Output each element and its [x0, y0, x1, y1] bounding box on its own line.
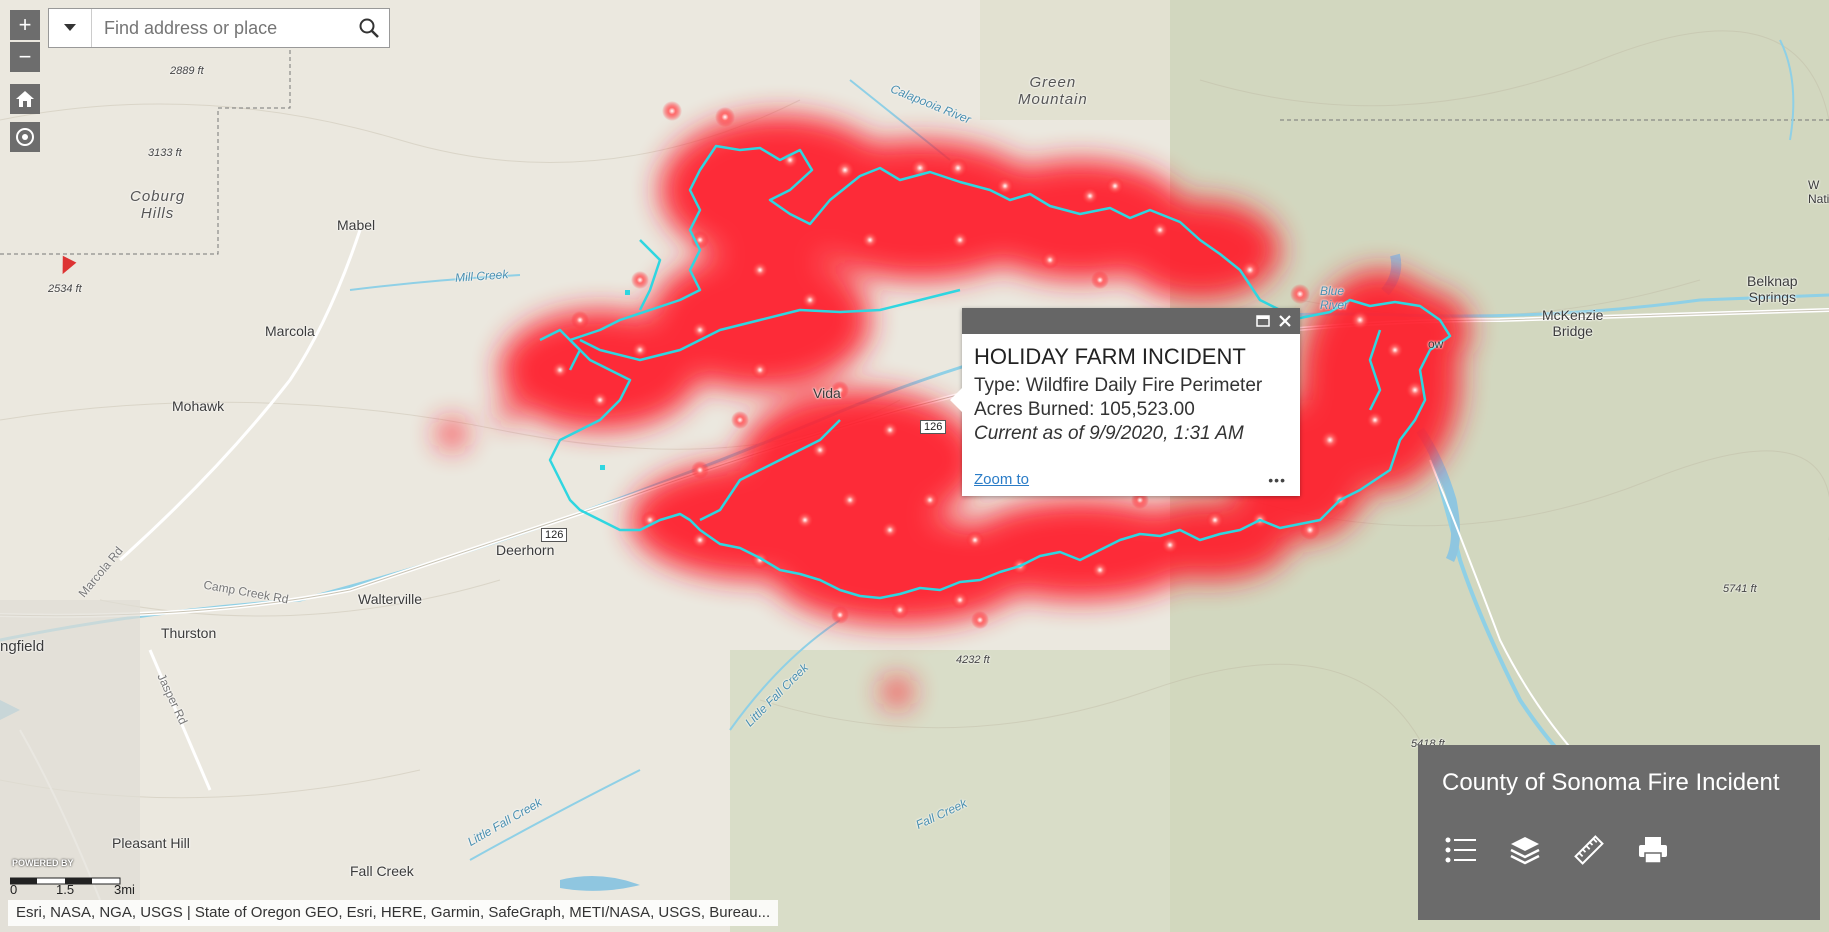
highway-shield-126: 126: [920, 420, 947, 434]
list-icon: [1445, 837, 1476, 863]
label-pleasant-hill: Pleasant Hill: [112, 835, 190, 851]
locate-icon: [16, 128, 34, 146]
locate-button[interactable]: [10, 122, 40, 152]
chevron-down-icon: [64, 24, 76, 31]
label-mohawk: Mohawk: [172, 398, 225, 414]
close-icon[interactable]: [1278, 314, 1292, 328]
label-thurston: Thurston: [161, 625, 217, 641]
search-button[interactable]: [349, 9, 389, 47]
highway-shield-126b: 126: [541, 528, 568, 542]
popup-header: [962, 308, 1300, 334]
zoom-to-link[interactable]: Zoom to: [974, 471, 1029, 488]
popup-acres: Acres Burned: 105,523.00: [974, 399, 1195, 420]
peak-2534: 2534 ft: [48, 283, 82, 295]
label-green-mountain: Green Mountain: [1018, 74, 1088, 108]
layers-button[interactable]: [1508, 833, 1542, 867]
search-widget: [48, 8, 390, 48]
dock-icon[interactable]: [1256, 314, 1270, 328]
label-deerhorn: Deerhorn: [496, 542, 555, 558]
scale-label-0: 0: [10, 882, 18, 897]
app-title: County of Sonoma Fire Incident: [1442, 769, 1780, 796]
label-marcola: Marcola: [265, 323, 315, 339]
layers-icon: [1510, 837, 1540, 865]
label-belknap-springs: Belknap Springs: [1747, 273, 1798, 305]
legend-button[interactable]: [1444, 833, 1478, 867]
label-fall-creek: Fall Creek: [350, 863, 414, 879]
search-input[interactable]: [92, 9, 349, 47]
label-vida: Vida: [813, 385, 841, 401]
popup-type: Type: Wildfire Daily Fire Perimeter: [974, 375, 1263, 396]
label-walterville: Walterville: [358, 591, 423, 607]
search-icon: [359, 18, 379, 38]
scale-label-2: 3mi: [114, 882, 135, 897]
home-button[interactable]: [10, 84, 40, 114]
label-blue-river: Blue River: [1320, 284, 1349, 312]
peak-3133: 3133 ft: [148, 147, 182, 159]
label-mckenzie-bridge: McKenzie Bridge: [1542, 307, 1604, 339]
print-icon: [1639, 837, 1667, 864]
feature-popup: HOLIDAY FARM INCIDENT Type: Wildfire Dai…: [950, 308, 1300, 496]
print-button[interactable]: [1636, 833, 1670, 867]
label-coburg-hills: Coburg Hills: [130, 188, 186, 222]
zoom-in-button[interactable]: +: [10, 10, 40, 40]
app-panel: County of Sonoma Fire Incident: [1418, 745, 1820, 920]
peak-5741: 5741 ft: [1723, 583, 1757, 595]
attribution[interactable]: Esri, NASA, NGA, USGS | State of Oregon …: [8, 900, 779, 926]
measure-button[interactable]: [1572, 833, 1606, 867]
map-view[interactable]: Coburg Hills Green Mountain Mabel Marcol…: [0, 0, 1829, 932]
label-blue-river-town: ow: [1428, 337, 1444, 351]
label-springfield: ngfield: [0, 638, 45, 655]
peak-2889: 2889 ft: [170, 65, 204, 77]
search-source-dropdown[interactable]: [49, 9, 92, 47]
popup-title: HOLIDAY FARM INCIDENT: [974, 344, 1246, 369]
label-wilderness: W Nati: [1808, 178, 1829, 206]
esri-logo[interactable]: POWERED BY: [12, 858, 74, 868]
measure-icon: [1574, 835, 1604, 865]
popup-current-as-of: Current as of 9/9/2020, 1:31 AM: [974, 423, 1244, 444]
more-actions-button[interactable]: •••: [1268, 472, 1286, 488]
peak-4232: 4232 ft: [956, 654, 990, 666]
scale-label-1: 1.5: [56, 882, 75, 897]
label-mabel: Mabel: [337, 217, 376, 233]
home-icon: [16, 91, 34, 107]
zoom-out-button[interactable]: −: [10, 42, 40, 72]
popup-pointer: [950, 388, 962, 412]
